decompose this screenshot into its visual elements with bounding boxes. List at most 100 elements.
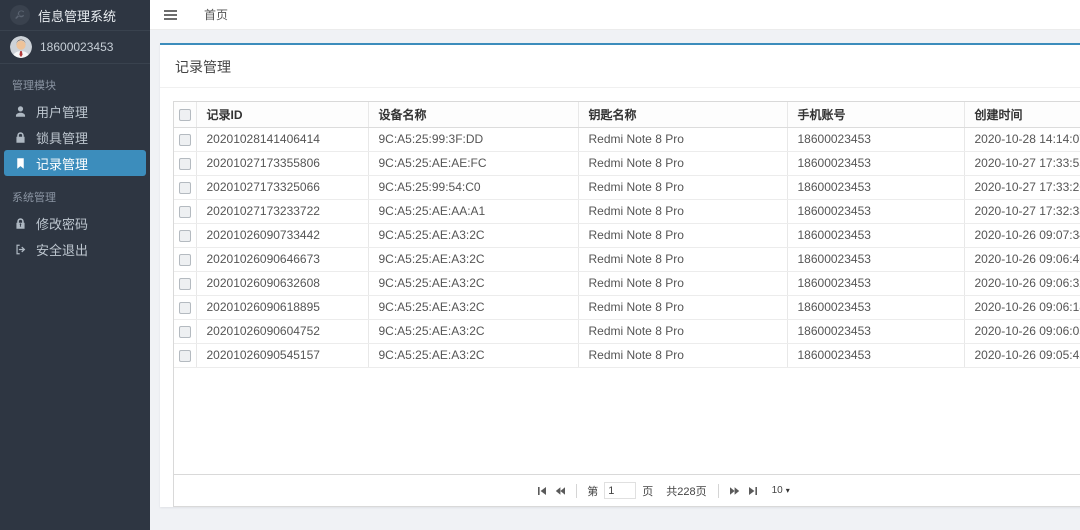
- cell-phone-account: 18600023453: [787, 271, 964, 295]
- cell-phone-account: 18600023453: [787, 175, 964, 199]
- cell-record-id: 20201026090604752: [196, 319, 368, 343]
- select-all-checkbox[interactable]: [179, 109, 191, 121]
- user-phone: 18600023453: [40, 40, 113, 54]
- cell-record-id: 20201026090618895: [196, 295, 368, 319]
- previous-page-button[interactable]: [551, 482, 569, 500]
- content-area: 记录管理 记录ID 设备名称 钥匙名称: [150, 43, 1080, 530]
- cell-record-id: 20201027173233722: [196, 199, 368, 223]
- row-checkbox[interactable]: [179, 206, 191, 218]
- column-header-record-id[interactable]: 记录ID: [196, 102, 368, 127]
- row-checkbox[interactable]: [179, 326, 191, 338]
- row-checkbox[interactable]: [179, 182, 191, 194]
- cell-record-id: 20201027173325066: [196, 175, 368, 199]
- sidebar-item-change-password[interactable]: 修改密码: [0, 210, 150, 236]
- next-page-button[interactable]: [726, 482, 744, 500]
- cell-key-name: Redmi Note 8 Pro: [578, 271, 787, 295]
- previous-page-icon: [554, 485, 566, 497]
- cell-key-name: Redmi Note 8 Pro: [578, 343, 787, 367]
- top-navbar: 首页: [150, 0, 1080, 30]
- brand: 信息管理系统: [0, 0, 150, 31]
- app-logo-icon: [10, 5, 30, 25]
- lock-icon: [14, 131, 27, 144]
- row-checkbox[interactable]: [179, 350, 191, 362]
- sidebar-item-label: 安全退出: [36, 240, 88, 259]
- cell-record-id: 20201026090733442: [196, 223, 368, 247]
- page-size-select[interactable]: 10 ▾: [772, 485, 790, 496]
- sidebar-item-label: 锁具管理: [36, 128, 88, 147]
- cell-record-id: 20201027173355806: [196, 151, 368, 175]
- cell-device-name: 9C:A5:25:AE:A3:2C: [368, 319, 578, 343]
- row-checkbox[interactable]: [179, 134, 191, 146]
- first-page-icon: [536, 485, 548, 497]
- total-pages-label: 共228页: [666, 483, 706, 499]
- column-header-phone-account[interactable]: 手机账号: [787, 102, 964, 127]
- table-row[interactable]: 20201026090733442 9C:A5:25:AE:A3:2C Redm…: [174, 223, 1080, 247]
- cell-phone-account: 18600023453: [787, 223, 964, 247]
- cell-device-name: 9C:A5:25:AE:A3:2C: [368, 343, 578, 367]
- table-row[interactable]: 20201026090646673 9C:A5:25:AE:A3:2C Redm…: [174, 247, 1080, 271]
- cell-device-name: 9C:A5:25:AE:A3:2C: [368, 223, 578, 247]
- last-page-button[interactable]: [744, 482, 762, 500]
- sidebar-item-logout[interactable]: 安全退出: [0, 236, 150, 262]
- cell-phone-account: 18600023453: [787, 127, 964, 151]
- pager-divider: [718, 484, 719, 498]
- cell-device-name: 9C:A5:25:AE:A3:2C: [368, 247, 578, 271]
- table-row[interactable]: 20201028141406414 9C:A5:25:99:3F:DD Redm…: [174, 127, 1080, 151]
- tab-home[interactable]: 首页: [190, 0, 242, 30]
- records-grid: 记录ID 设备名称 钥匙名称 手机账号 创建时间 202010281414064…: [173, 101, 1080, 507]
- table-row[interactable]: 20201027173355806 9C:A5:25:AE:AE:FC Redm…: [174, 151, 1080, 175]
- row-checkbox[interactable]: [179, 302, 191, 314]
- app-title: 信息管理系统: [38, 6, 116, 25]
- avatar: [10, 36, 32, 58]
- column-header-created-time[interactable]: 创建时间: [964, 102, 1080, 127]
- table-row[interactable]: 20201026090632608 9C:A5:25:AE:A3:2C Redm…: [174, 271, 1080, 295]
- column-header-device-name[interactable]: 设备名称: [368, 102, 578, 127]
- cell-created-time: 2020-10-27 17:33:55: [964, 151, 1080, 175]
- first-page-button[interactable]: [533, 482, 551, 500]
- cell-device-name: 9C:A5:25:99:54:C0: [368, 175, 578, 199]
- page-suffix-label: 页: [642, 483, 653, 499]
- cell-key-name: Redmi Note 8 Pro: [578, 223, 787, 247]
- main-area: 首页 记录管理 记录ID 设备名称: [150, 0, 1080, 530]
- cell-key-name: Redmi Note 8 Pro: [578, 175, 787, 199]
- panel-header: 记录管理: [160, 45, 1080, 88]
- cell-record-id: 20201026090632608: [196, 271, 368, 295]
- cell-key-name: Redmi Note 8 Pro: [578, 127, 787, 151]
- table-row[interactable]: 20201026090618895 9C:A5:25:AE:A3:2C Redm…: [174, 295, 1080, 319]
- table-body: 20201028141406414 9C:A5:25:99:3F:DD Redm…: [174, 127, 1080, 367]
- cell-phone-account: 18600023453: [787, 199, 964, 223]
- row-checkbox[interactable]: [179, 230, 191, 242]
- cell-device-name: 9C:A5:25:AE:A3:2C: [368, 295, 578, 319]
- cell-device-name: 9C:A5:25:AE:A3:2C: [368, 271, 578, 295]
- page-number-input[interactable]: [604, 482, 636, 499]
- cell-key-name: Redmi Note 8 Pro: [578, 247, 787, 271]
- cell-record-id: 20201026090646673: [196, 247, 368, 271]
- cell-created-time: 2020-10-26 09:06:18: [964, 295, 1080, 319]
- sidebar-item-label: 修改密码: [36, 214, 88, 233]
- cell-created-time: 2020-10-26 09:06:05: [964, 319, 1080, 343]
- row-checkbox[interactable]: [179, 254, 191, 266]
- sidebar-item-lock-management[interactable]: 锁具管理: [0, 124, 150, 150]
- password-lock-icon: [14, 217, 27, 230]
- table-row[interactable]: 20201027173325066 9C:A5:25:99:54:C0 Redm…: [174, 175, 1080, 199]
- cell-created-time: 2020-10-26 09:07:34: [964, 223, 1080, 247]
- cell-device-name: 9C:A5:25:AE:AE:FC: [368, 151, 578, 175]
- sidebar-item-user-management[interactable]: 用户管理: [0, 98, 150, 124]
- table-row[interactable]: 20201027173233722 9C:A5:25:AE:AA:A1 Redm…: [174, 199, 1080, 223]
- table-row[interactable]: 20201026090545157 9C:A5:25:AE:A3:2C Redm…: [174, 343, 1080, 367]
- cell-key-name: Redmi Note 8 Pro: [578, 295, 787, 319]
- cell-phone-account: 18600023453: [787, 247, 964, 271]
- column-header-key-name[interactable]: 钥匙名称: [578, 102, 787, 127]
- table-row[interactable]: 20201026090604752 9C:A5:25:AE:A3:2C Redm…: [174, 319, 1080, 343]
- page-prefix-label: 第: [587, 483, 598, 499]
- cell-created-time: 2020-10-26 09:06:46: [964, 247, 1080, 271]
- table-header-row: 记录ID 设备名称 钥匙名称 手机账号 创建时间: [174, 102, 1080, 127]
- cell-key-name: Redmi Note 8 Pro: [578, 151, 787, 175]
- row-checkbox[interactable]: [179, 158, 191, 170]
- sidebar-item-record-management[interactable]: 记录管理: [4, 150, 146, 176]
- bookmark-icon: [14, 157, 27, 170]
- sidebar-toggle-button[interactable]: [150, 0, 190, 30]
- row-checkbox[interactable]: [179, 278, 191, 290]
- cell-phone-account: 18600023453: [787, 295, 964, 319]
- page-title: 记录管理: [175, 59, 231, 75]
